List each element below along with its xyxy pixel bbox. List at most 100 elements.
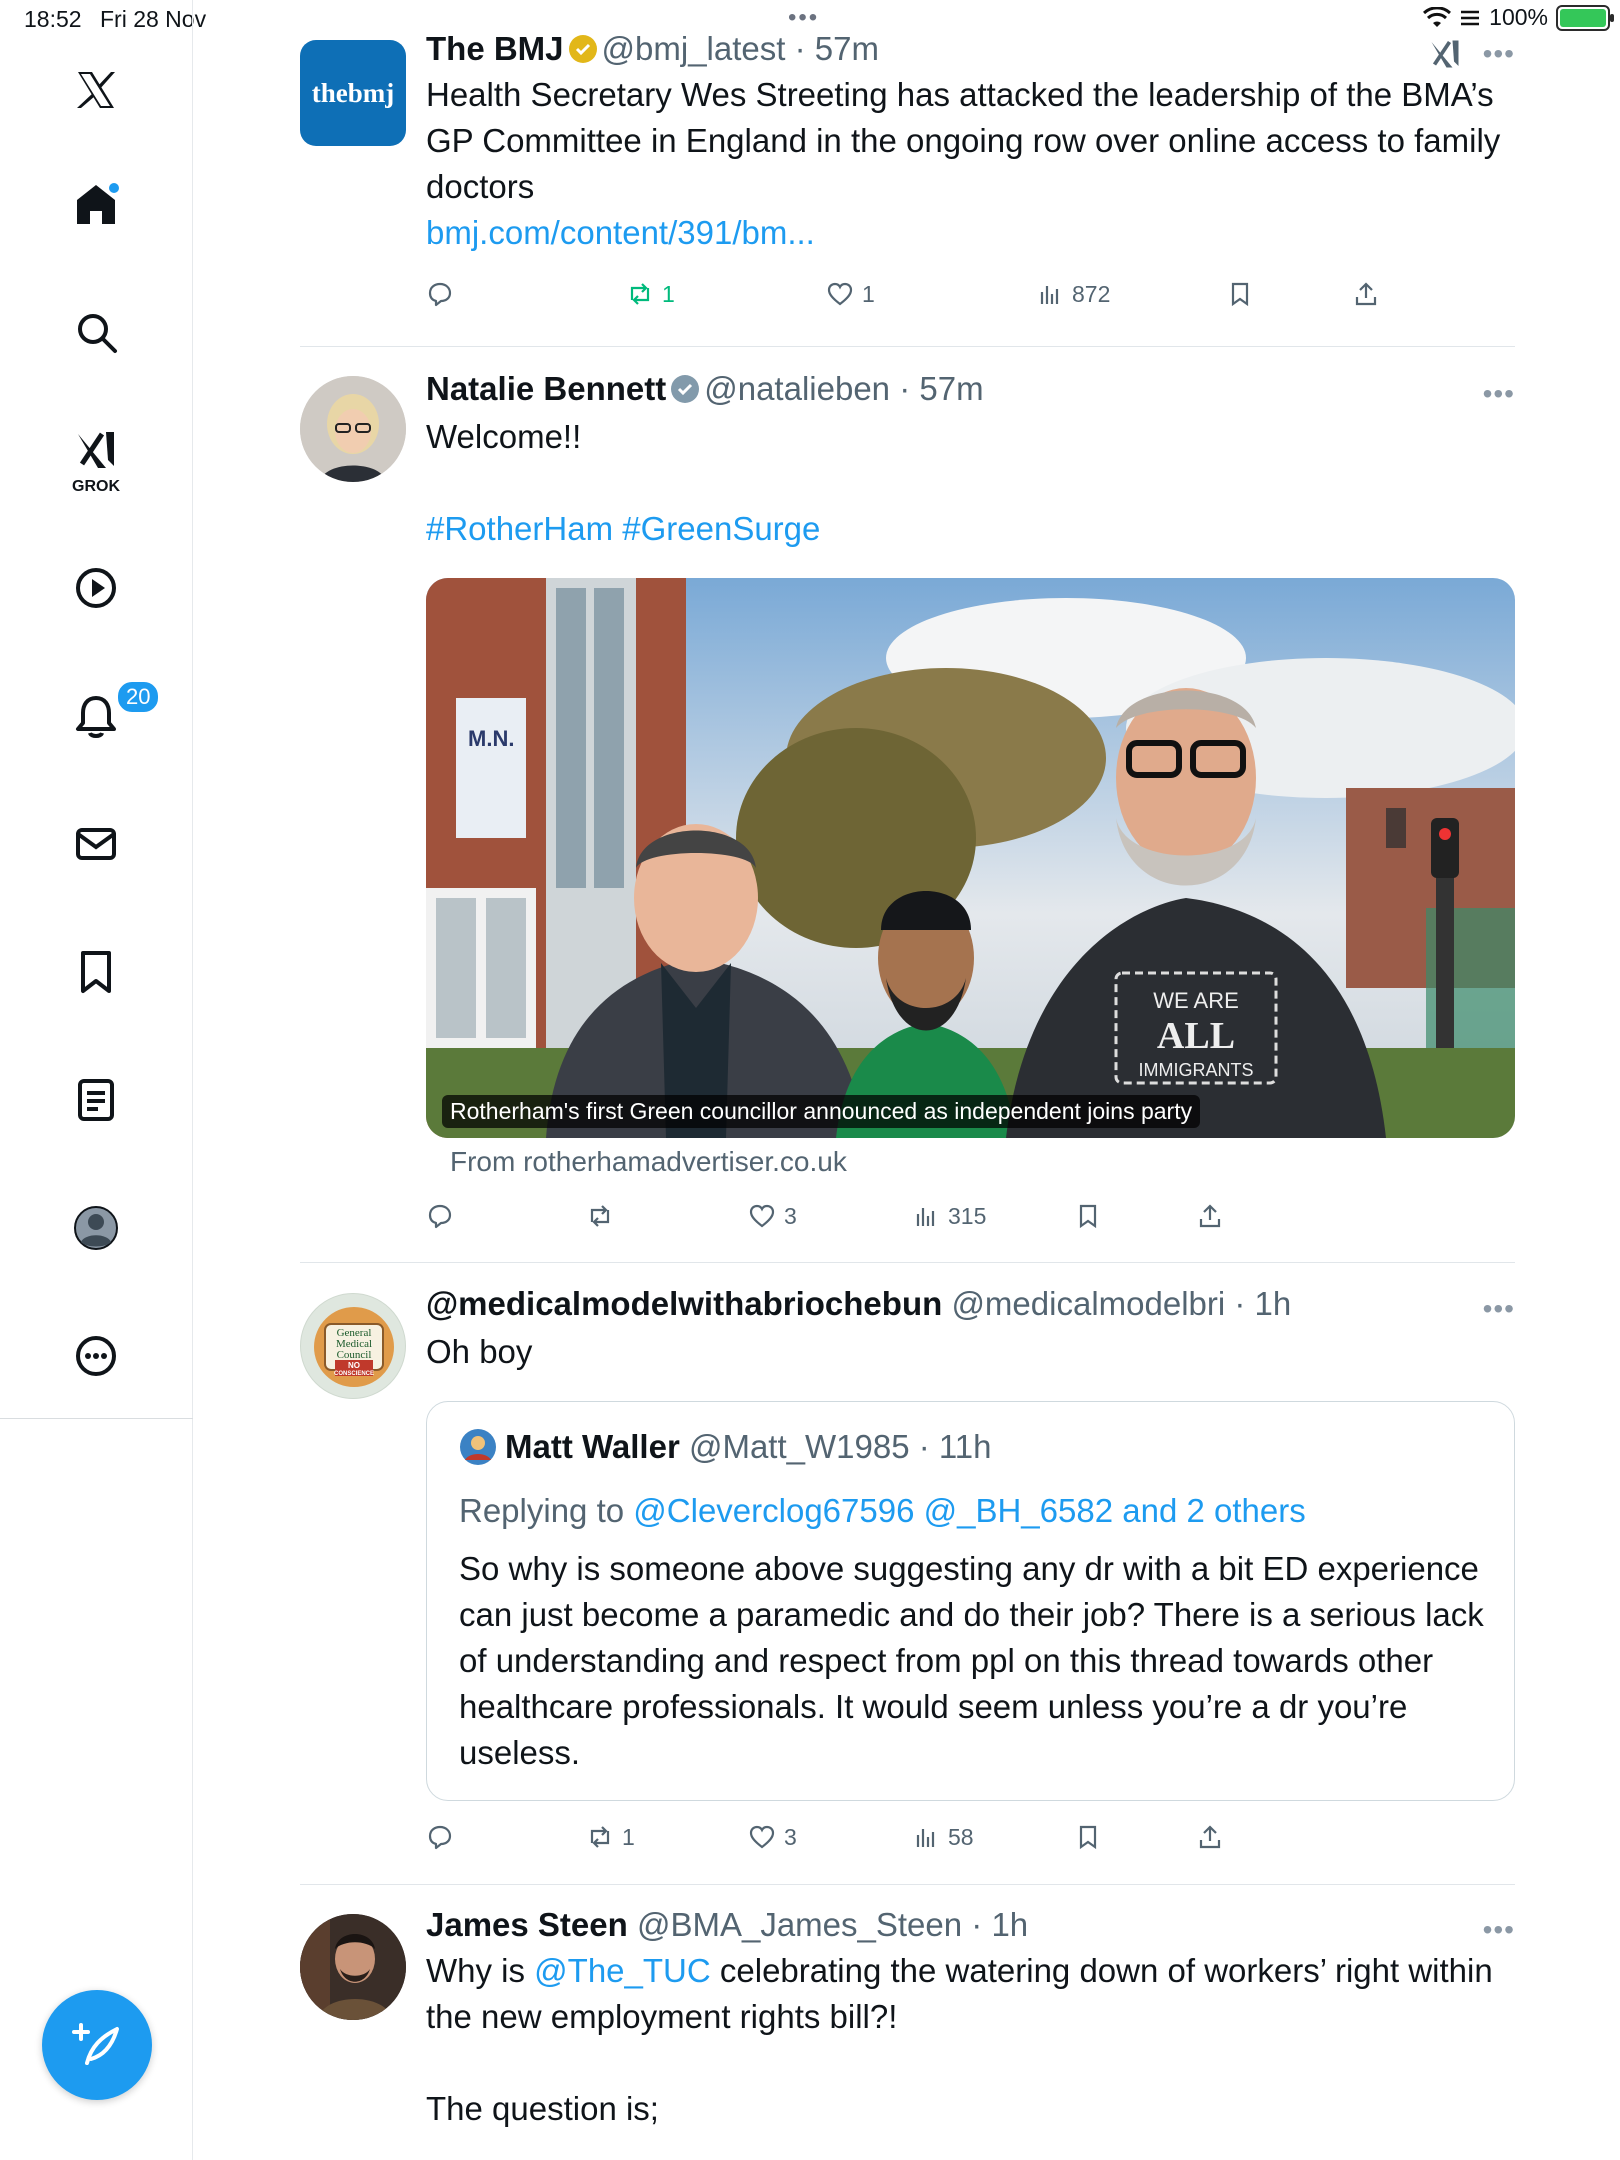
- tweet-link[interactable]: bmj.com/content/391/bm...: [426, 210, 1515, 256]
- video-icon[interactable]: [66, 558, 126, 618]
- retweet-button[interactable]: 1: [586, 1823, 635, 1851]
- like-button[interactable]: 1: [826, 280, 875, 308]
- verified-grey-icon: [671, 375, 700, 403]
- bookmarks-icon[interactable]: [66, 942, 126, 1002]
- avatar[interactable]: [300, 376, 406, 482]
- tweet-content: @medicalmodelwithabriochebun @medicalmod…: [426, 1285, 1515, 1801]
- compose-icon: [72, 2023, 119, 2065]
- bookmark-icon: [1079, 1825, 1097, 1850]
- bookmark-button[interactable]: [1074, 1823, 1102, 1851]
- shirt-text-small: IMMIGRANTS: [1139, 1060, 1254, 1080]
- like-button[interactable]: 3: [748, 1202, 797, 1230]
- retweet-button[interactable]: 1: [626, 280, 675, 308]
- retweet-icon: [590, 1826, 610, 1848]
- tweet-text: Welcome!!: [426, 418, 582, 455]
- avatar[interactable]: General Medical Council NO CONSCIENCE: [300, 1293, 406, 1399]
- tweet-header: James Steen @BMA_James_Steen · 1h: [426, 1906, 1029, 1943]
- views-button[interactable]: 315: [912, 1202, 986, 1230]
- tweet-time[interactable]: 57m: [815, 30, 879, 67]
- bookmark-button[interactable]: [1226, 280, 1254, 308]
- tweet-time[interactable]: 1h: [991, 1906, 1028, 1943]
- messages-icon[interactable]: [66, 814, 126, 874]
- author-handle[interactable]: @medicalmodelbri: [951, 1285, 1225, 1322]
- like-button[interactable]: 3: [748, 1823, 797, 1851]
- tweet-header: @medicalmodelwithabriochebun @medicalmod…: [426, 1285, 1292, 1322]
- reply-icon: [428, 282, 452, 307]
- views-button[interactable]: 58: [912, 1823, 974, 1851]
- like-icon: [749, 1825, 775, 1849]
- bookmark-button[interactable]: [1074, 1202, 1102, 1230]
- quoted-tweet[interactable]: Matt Waller @Matt_W1985 · 11h Replying t…: [426, 1401, 1515, 1801]
- replying-to-users[interactable]: @Cleverclog67596 @_BH_6582 and 2 others: [633, 1492, 1305, 1529]
- tweet-natalie-bennett[interactable]: Natalie Bennett @natalieben · 57m ••• Wel…: [300, 370, 1515, 1260]
- avatar-text-line-3: Council: [337, 1349, 372, 1361]
- views-button[interactable]: 872: [1036, 280, 1110, 308]
- compose-button[interactable]: [42, 1990, 152, 2100]
- share-button[interactable]: [1196, 1823, 1224, 1851]
- grok-icon[interactable]: [66, 420, 126, 480]
- notifications-badge: 20: [116, 680, 161, 714]
- lists-icon[interactable]: [66, 1070, 126, 1130]
- notifications-icon[interactable]: 20: [66, 680, 161, 746]
- mention-link[interactable]: @The_TUC: [534, 1952, 711, 1989]
- share-button[interactable]: [1196, 1202, 1224, 1230]
- tweet-text-continued: The question is;: [426, 2090, 659, 2127]
- tweet-medicalmodel[interactable]: General Medical Council NO CONSCIENCE @m…: [300, 1285, 1515, 1885]
- like-count: 1: [862, 280, 875, 307]
- author-name[interactable]: The BMJ: [426, 30, 564, 67]
- views-icon: [1040, 286, 1059, 304]
- tweet-time[interactable]: 1h: [1255, 1285, 1292, 1322]
- tweet-text: Health Secretary Wes Streeting has attac…: [426, 76, 1501, 205]
- tweet-more-icon[interactable]: •••: [1483, 1914, 1515, 1946]
- profile-icon[interactable]: [66, 1198, 126, 1258]
- link-card-source[interactable]: From rotherhamadvertiser.co.uk: [450, 1146, 847, 1178]
- more-icon[interactable]: [66, 1326, 126, 1386]
- tweet-hashtags[interactable]: #RotherHam #GreenSurge: [426, 506, 1515, 552]
- tweet-time[interactable]: 57m: [919, 370, 983, 407]
- quoted-author-name[interactable]: Matt Waller: [505, 1428, 680, 1465]
- tweet-header: Natalie Bennett @natalieben · 57m: [426, 370, 984, 407]
- reply-button[interactable]: [426, 1202, 454, 1230]
- grok-icon[interactable]: [1425, 36, 1465, 72]
- quoted-tweet-time[interactable]: 11h: [939, 1428, 992, 1465]
- tweet-james-steen[interactable]: James Steen @BMA_James_Steen · 1h ••• Wh…: [300, 1906, 1515, 2160]
- search-icon[interactable]: [66, 302, 126, 362]
- quoted-author-handle[interactable]: @Matt_W1985: [689, 1428, 910, 1465]
- tweet-more-icon[interactable]: •••: [1483, 38, 1515, 70]
- replying-to-prefix: Replying to: [459, 1492, 625, 1529]
- tweet-more-icon[interactable]: •••: [1483, 378, 1515, 410]
- author-name[interactable]: James Steen: [426, 1906, 628, 1943]
- author-handle[interactable]: @natalieben: [704, 370, 890, 407]
- reply-button[interactable]: [426, 280, 454, 308]
- sidebar-divider: [0, 1418, 193, 1419]
- share-button[interactable]: [1352, 280, 1380, 308]
- share-icon: [1355, 282, 1377, 306]
- link-card-image[interactable]: M.N. WE ARE ALL IMMIGRANTS Rotherham's f…: [426, 578, 1515, 1138]
- retweet-icon: [630, 283, 650, 305]
- bookmark-icon: [1079, 1204, 1097, 1229]
- author-name[interactable]: @medicalmodelwithabriochebun: [426, 1285, 942, 1322]
- quoted-tweet-text: So why is someone above suggesting any d…: [459, 1550, 1484, 1771]
- share-icon: [1199, 1204, 1221, 1228]
- reply-button[interactable]: [426, 1823, 454, 1851]
- tweet-separator: [300, 1884, 1515, 1885]
- tweet-bmj[interactable]: thebmj The BMJ @bmj_latest · 57m ••• Heal…: [300, 30, 1515, 348]
- avatar-text-line-5: CONSCIENCE: [334, 1371, 374, 1377]
- retweet-button[interactable]: [586, 1202, 614, 1230]
- views-count: 872: [1072, 280, 1111, 307]
- tweet-content: Natalie Bennett @natalieben · 57m ••• Wel…: [426, 370, 1515, 1177]
- avatar[interactable]: thebmj: [300, 40, 406, 146]
- verified-gold-icon: [568, 35, 597, 63]
- x-logo-icon[interactable]: [66, 60, 126, 120]
- author-handle[interactable]: @bmj_latest: [602, 30, 786, 67]
- avatar[interactable]: [300, 1914, 406, 2020]
- tweet-text: Oh boy: [426, 1333, 533, 1370]
- author-name[interactable]: Natalie Bennett: [426, 370, 666, 407]
- replying-to-line: Replying to @Cleverclog67596 @_BH_6582 a…: [459, 1488, 1306, 1534]
- quoted-avatar[interactable]: [459, 1428, 497, 1466]
- reply-icon: [428, 1825, 452, 1850]
- author-handle[interactable]: @BMA_James_Steen: [637, 1906, 962, 1943]
- like-count: 3: [784, 1823, 797, 1850]
- tweet-more-icon[interactable]: •••: [1483, 1293, 1515, 1325]
- home-icon[interactable]: [66, 174, 126, 234]
